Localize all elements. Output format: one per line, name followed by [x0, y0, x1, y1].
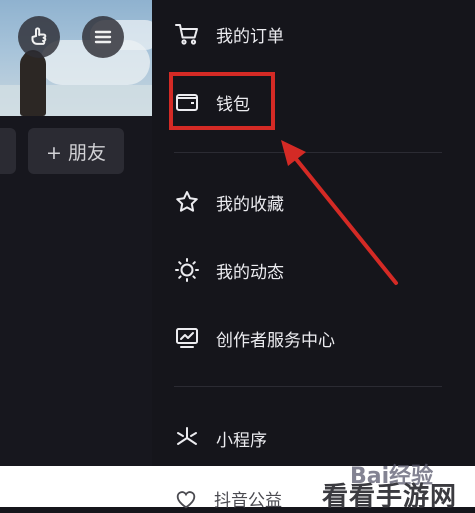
menu-item-label: 抖音公益 [214, 491, 282, 511]
creator-center-icon [176, 328, 198, 348]
menu-item-label: 创作者服务中心 [216, 330, 335, 351]
menu-item-label: 我的收藏 [216, 194, 284, 215]
cart-icon [175, 24, 198, 45]
hand-pointer-icon[interactable] [18, 16, 60, 58]
hamburger-menu-icon[interactable] [82, 16, 124, 58]
star-icon [176, 191, 198, 212]
profile-action-button[interactable] [0, 128, 16, 174]
mini-program-icon [177, 427, 197, 445]
add-friend-button[interactable]: + 朋友 [28, 128, 124, 174]
site-watermark: 看看手游网 [322, 482, 458, 512]
menu-item-favorites[interactable]: 我的收藏 [174, 182, 284, 222]
profile-cover-image [0, 0, 152, 116]
menu-item-activity[interactable]: 我的动态 [174, 250, 284, 290]
menu-item-label: 我的订单 [216, 26, 284, 47]
activity-icon [175, 258, 199, 282]
menu-item-orders[interactable]: 我的订单 [174, 14, 284, 54]
menu-item-label: 小程序 [216, 430, 267, 451]
side-drawer-menu: 我的订单 钱包 我的收藏 我的动态 创作者服务中心 小程序 [152, 0, 475, 507]
menu-divider [174, 386, 442, 387]
wallet-highlight-annotation [169, 72, 275, 130]
menu-item-creator-center[interactable]: 创作者服务中心 [174, 318, 335, 358]
menu-item-label: 我的动态 [216, 262, 284, 283]
menu-divider [174, 152, 442, 153]
menu-item-charity[interactable]: 抖音公益 [174, 486, 282, 511]
menu-item-mini-programs[interactable]: 小程序 [174, 418, 267, 458]
profile-panel: + 朋友 [0, 0, 152, 507]
